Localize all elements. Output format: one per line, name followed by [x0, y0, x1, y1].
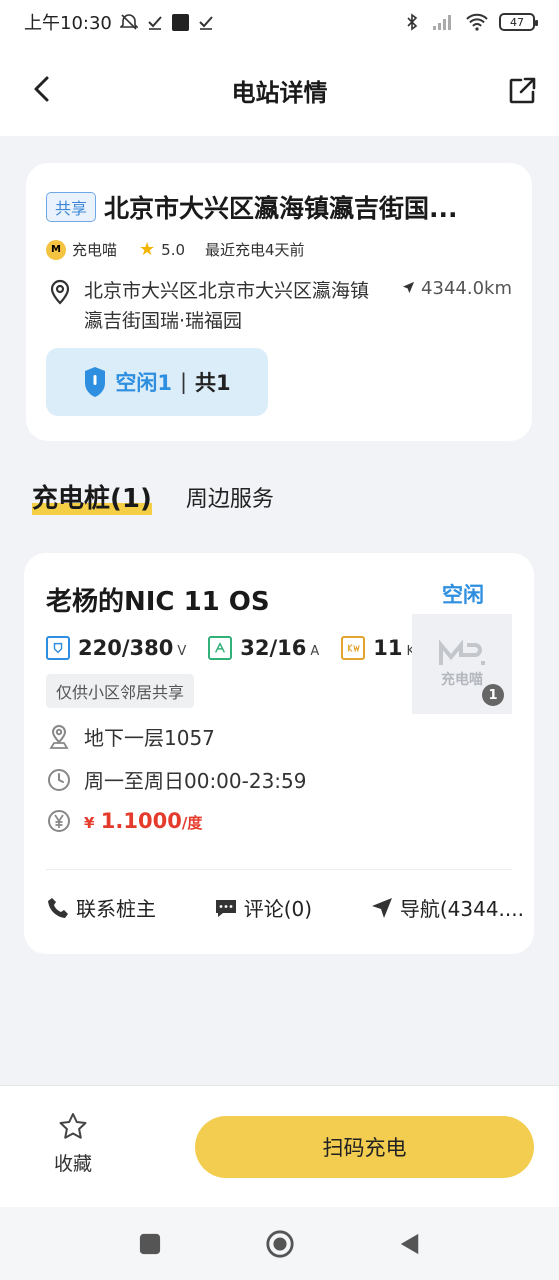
bottom-action-bar: 收藏 扫码充电 — [0, 1085, 559, 1207]
page-title: 电站详情 — [231, 78, 328, 107]
pile-notice-tag: 仅供小区邻居共享 — [46, 674, 195, 708]
navigation-icon — [371, 897, 392, 918]
favorite-button[interactable]: 收藏 — [48, 1111, 98, 1176]
system-navigation-bar — [0, 1207, 559, 1280]
comments-label: 评论(0) — [243, 897, 313, 921]
scan-charge-button[interactable]: 扫码充电 — [195, 1116, 534, 1178]
pile-price-row: ¥ 1.1000/度 — [46, 808, 512, 834]
price-unit: /度 — [181, 814, 203, 832]
yuan-icon — [48, 810, 70, 832]
station-distance[interactable]: 4344.0km — [402, 278, 512, 336]
phone-icon — [48, 897, 68, 918]
brand-logo-icon: M — [46, 239, 66, 260]
favorite-label: 收藏 — [53, 1153, 92, 1175]
photo-count-badge: 1 — [482, 684, 504, 706]
watermark-text: 充电喵 — [441, 672, 483, 688]
share-icon[interactable] — [507, 76, 537, 106]
price-symbol: ¥ — [84, 814, 95, 832]
share-tag: 共享 — [46, 192, 97, 222]
current-icon — [208, 636, 233, 660]
check-icon — [199, 16, 213, 30]
top-navigation-bar: 电站详情 — [0, 44, 559, 136]
back-triangle-icon — [400, 1233, 418, 1254]
battery-indicator: 47 — [499, 13, 538, 31]
pile-location: 地下一层1057 — [84, 726, 215, 750]
contact-owner-button[interactable]: 联系桩主 — [46, 893, 156, 922]
tab-bar: 充电桩(1) 周边服务 — [32, 478, 274, 515]
divider — [46, 869, 512, 870]
pile-location-row: 地下一层1057 — [46, 722, 512, 751]
home-button[interactable] — [265, 1229, 295, 1259]
clock-icon — [48, 768, 70, 791]
tab-charging-piles[interactable]: 充电桩(1) — [32, 478, 152, 515]
current-value: 32/16 — [240, 636, 307, 660]
station-address: 北京市大兴区北京市大兴区瀛海镇瀛吉街国瑞·瑞福园 — [84, 280, 370, 332]
mute-icon — [119, 14, 138, 30]
brand-watermark-icon — [439, 639, 485, 665]
voltage-unit: V — [177, 644, 187, 659]
current-spec: 32/16 A — [208, 636, 331, 660]
current-unit: A — [310, 644, 320, 659]
voltage-value: 220/380 — [78, 636, 174, 660]
comment-icon — [215, 899, 236, 917]
pile-photo[interactable]: 充电喵 1 — [412, 614, 512, 714]
availability-box: 空闲1 | 共1 — [46, 348, 268, 416]
navigation-arrow-icon — [403, 281, 415, 294]
back-arrow-icon[interactable] — [28, 74, 58, 104]
total-count: 共1 — [195, 371, 231, 395]
home-circle-icon — [265, 1229, 294, 1258]
pile-actions: 联系桩主 评论(0) 导航(4344.... — [46, 893, 524, 922]
charger-shield-icon — [85, 367, 106, 397]
star-outline-icon — [59, 1113, 87, 1139]
station-name: 北京市大兴区瀛海镇瀛吉街国... — [104, 194, 458, 223]
status-time: 上午10:30 — [24, 13, 112, 34]
station-info-card: 共享 北京市大兴区瀛海镇瀛吉街国... M 充电喵 ★ 5.0 最近充电4天前 … — [26, 163, 532, 441]
check-icon — [148, 16, 162, 30]
power-icon — [341, 636, 366, 660]
status-bar: 上午10:30 47 — [0, 0, 559, 44]
star-icon: ★ — [139, 239, 156, 260]
voltage-spec: 220/380 V — [46, 636, 198, 660]
rating: 5.0 — [161, 240, 186, 259]
recent-charge: 最近充电4天前 — [205, 241, 305, 259]
square-icon — [171, 13, 189, 31]
contact-owner-label: 联系桩主 — [76, 897, 156, 921]
location-pin-icon — [50, 279, 70, 305]
pile-hours: 周一至周日00:00-23:59 — [84, 769, 307, 793]
brand-name: 充电喵 — [72, 241, 118, 259]
availability-separator: | — [179, 370, 188, 394]
navigate-button[interactable]: 导航(4344.... — [370, 893, 524, 922]
navigate-label: 导航(4344.... — [399, 897, 524, 921]
tab-nearby-services[interactable]: 周边服务 — [186, 481, 274, 515]
power-value: 11 — [373, 636, 403, 660]
pile-status: 空闲 — [442, 583, 484, 607]
signal-icon — [433, 15, 451, 30]
back-button[interactable] — [395, 1229, 425, 1259]
floor-location-icon — [49, 724, 69, 749]
bluetooth-icon — [407, 13, 418, 31]
pile-hours-row: 周一至周日00:00-23:59 — [46, 765, 512, 794]
charging-pile-card[interactable]: 老杨的NIC 11 OS 空闲 充电喵 1 220/380 V 32/16 A … — [24, 553, 534, 954]
distance-value: 4344.0km — [421, 278, 512, 299]
recent-apps-button[interactable] — [135, 1229, 165, 1259]
comments-button[interactable]: 评论(0) — [214, 893, 312, 922]
square-icon — [139, 1233, 160, 1254]
price-value: 1.1000 — [100, 809, 182, 833]
voltage-icon — [46, 636, 70, 660]
idle-count: 空闲1 — [115, 371, 172, 395]
wifi-icon — [466, 13, 488, 31]
